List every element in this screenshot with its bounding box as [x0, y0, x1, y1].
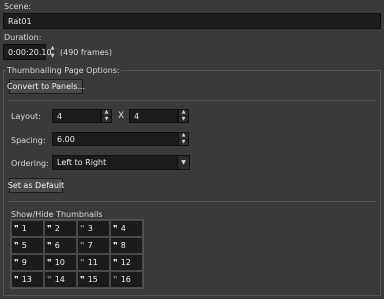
layout-x-label: X	[118, 111, 125, 121]
visible-icon[interactable]: ❞	[47, 241, 52, 250]
thumbnail-toggle[interactable]: ❞ 9	[11, 254, 44, 271]
thumbnail-number: 13	[21, 275, 32, 284]
thumbnail-number: 14	[54, 275, 65, 284]
visible-icon[interactable]: ❞	[47, 224, 52, 233]
thumbnail-toggle[interactable]: ❞ 15	[77, 271, 110, 288]
divider	[8, 201, 376, 202]
divider	[8, 100, 376, 101]
thumbnail-toggle[interactable]: ❞ 1	[11, 220, 44, 237]
thumbnail-number: 5	[21, 241, 27, 250]
visible-icon[interactable]: ❞	[47, 258, 52, 267]
thumbnail-number: 16	[120, 275, 131, 284]
ordering-dropdown[interactable]: Left to Right ▼	[52, 155, 190, 170]
layout-columns-stepper[interactable]: ▲ ▼	[101, 109, 112, 123]
thumbnail-toggle[interactable]: ❞ 7	[77, 237, 110, 254]
ordering-value: Left to Right	[57, 158, 107, 167]
thumbnail-toggle[interactable]: ❞ 2	[44, 220, 77, 237]
visible-icon[interactable]: ❞	[113, 224, 118, 233]
thumbnail-toggle[interactable]: ❞ 11	[77, 254, 110, 271]
spacing-field[interactable]: 6.00	[52, 132, 179, 146]
thumbnail-number: 2	[54, 224, 60, 233]
visible-icon[interactable]: ❞	[14, 275, 19, 284]
hidden-icon[interactable]: ❞	[113, 275, 118, 284]
visible-icon[interactable]: ❞	[113, 241, 118, 250]
down-arrow-icon[interactable]: ▼	[179, 138, 188, 146]
up-arrow-icon[interactable]: ▲	[47, 44, 58, 52]
thumbnailing-group-title: Thumbnailing Page Options:	[6, 66, 121, 75]
thumbnail-toggle[interactable]: ❞ 8	[110, 237, 143, 254]
thumbnail-number: 4	[120, 224, 126, 233]
visible-icon[interactable]: ❞	[14, 224, 19, 233]
thumbnail-number: 11	[87, 258, 98, 267]
duration-stepper[interactable]: ▲ ▼	[47, 44, 58, 60]
duration-label: Duration:	[4, 33, 42, 42]
thumbnail-toggle[interactable]: ❞ 3	[77, 220, 110, 237]
spacing-stepper[interactable]: ▲ ▼	[178, 132, 189, 146]
thumbnail-number: 8	[120, 241, 126, 250]
hidden-icon[interactable]: ❞	[80, 241, 85, 250]
hidden-icon[interactable]: ❞	[80, 224, 85, 233]
down-arrow-icon[interactable]: ▼	[179, 115, 188, 123]
down-arrow-icon[interactable]: ▼	[102, 115, 111, 123]
visible-icon[interactable]: ❞	[80, 275, 85, 284]
thumbnail-toggle[interactable]: ❞ 12	[110, 254, 143, 271]
thumbnail-number: 9	[21, 258, 27, 267]
frame-count: (490 frames)	[60, 48, 112, 57]
ordering-label: Ordering:	[11, 159, 49, 168]
thumbnail-number: 7	[87, 241, 93, 250]
thumbnail-number: 3	[87, 224, 93, 233]
down-arrow-icon[interactable]: ▼	[47, 52, 58, 60]
layout-rows-stepper[interactable]: ▲ ▼	[178, 109, 189, 123]
thumbnail-toggle[interactable]: ❞ 5	[11, 237, 44, 254]
visible-icon[interactable]: ❞	[14, 241, 19, 250]
show-hide-thumbnails-label: Show/Hide Thumbnails	[11, 210, 103, 219]
layout-columns-field[interactable]: 4	[52, 109, 101, 123]
scene-name-field[interactable]: Rat01	[3, 13, 381, 29]
visible-icon[interactable]: ❞	[113, 258, 118, 267]
thumbnail-number: 15	[87, 275, 98, 284]
thumbnail-number: 6	[54, 241, 60, 250]
thumbnail-number: 12	[120, 258, 131, 267]
duration-field[interactable]: 0:00:20.10	[3, 44, 52, 60]
scene-label: Scene:	[4, 2, 32, 11]
thumbnail-toggle[interactable]: ❞ 6	[44, 237, 77, 254]
spacing-label: Spacing:	[11, 136, 46, 145]
layout-label: Layout:	[11, 112, 41, 121]
thumbnail-grid: ❞ 1 ❞ 2 ❞ 3 ❞ 4 ❞ 5 ❞ 6 ❞ 7 ❞ 8 ❞ 9 ❞ 10 ❞ 11 ❞ 12 ❞ 13 ❞ 14 ❞ 15 ❞ 16	[10, 219, 144, 289]
chevron-down-icon[interactable]: ▼	[177, 156, 189, 169]
thumbnail-toggle[interactable]: ❞ 13	[11, 271, 44, 288]
thumbnail-toggle[interactable]: ❞ 10	[44, 254, 77, 271]
visible-icon[interactable]: ❞	[14, 258, 19, 267]
set-as-default-button[interactable]: Set as Default	[8, 178, 64, 193]
hidden-icon[interactable]: ❞	[80, 258, 85, 267]
thumbnail-number: 1	[21, 224, 27, 233]
thumbnail-number: 10	[54, 258, 65, 267]
thumbnail-toggle[interactable]: ❞ 14	[44, 271, 77, 288]
convert-to-panels-button[interactable]: Convert to Panels...	[7, 79, 85, 94]
thumbnail-toggle[interactable]: ❞ 4	[110, 220, 143, 237]
thumbnail-toggle[interactable]: ❞ 16	[110, 271, 143, 288]
hidden-icon[interactable]: ❞	[47, 275, 52, 284]
layout-rows-field[interactable]: 4	[129, 109, 178, 123]
